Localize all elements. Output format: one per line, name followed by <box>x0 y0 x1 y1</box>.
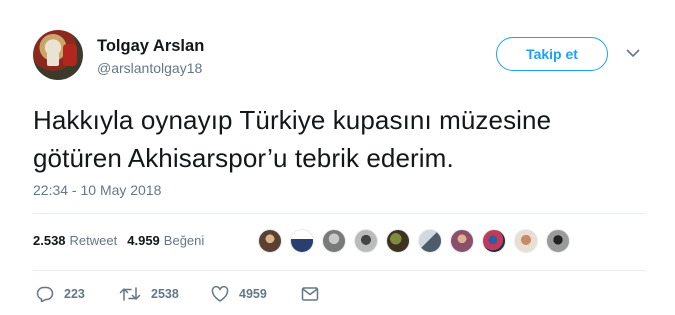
reply-count: 223 <box>64 287 85 301</box>
liker-avatar[interactable] <box>546 229 570 253</box>
like-count[interactable]: 4.959 <box>127 233 160 248</box>
divider <box>33 213 645 214</box>
liker-avatar[interactable] <box>322 229 346 253</box>
liker-avatar[interactable] <box>418 229 442 253</box>
heart-icon[interactable] <box>211 286 229 302</box>
reply-action[interactable]: 223 <box>36 286 85 302</box>
reply-icon[interactable] <box>36 286 54 302</box>
tweet-text-line: götüren Akhisarspor’u tebrik ederim. <box>33 143 454 173</box>
tweet-text: Hakkıyla oynayıp Türkiye kupasını müzesi… <box>33 101 653 177</box>
retweet-action-count: 2538 <box>151 287 179 301</box>
avatar[interactable] <box>33 30 83 80</box>
liker-avatar[interactable] <box>482 229 506 253</box>
liker-avatar[interactable] <box>450 229 474 253</box>
avatar-jersey-shape <box>63 44 77 66</box>
like-action[interactable]: 4959 <box>211 286 267 302</box>
liker-avatar[interactable] <box>290 229 314 253</box>
retweet-label[interactable]: Retweet <box>70 233 118 248</box>
like-action-count: 4959 <box>239 287 267 301</box>
message-icon[interactable] <box>301 286 319 302</box>
liker-avatar[interactable] <box>514 229 538 253</box>
retweet-action[interactable]: 2538 <box>119 286 179 302</box>
message-action[interactable] <box>301 286 329 302</box>
liker-avatars <box>258 229 578 253</box>
liker-avatar[interactable] <box>258 229 282 253</box>
divider <box>33 270 645 271</box>
like-label[interactable]: Beğeni <box>164 233 204 248</box>
liker-avatar[interactable] <box>354 229 378 253</box>
follow-button[interactable]: Takip et <box>496 37 608 71</box>
tweet-card: Tolgay Arslan @arslantolgay18 Takip et H… <box>0 0 675 315</box>
avatar-trophy-shape <box>47 40 59 66</box>
user-name[interactable]: Tolgay Arslan <box>97 37 204 56</box>
user-handle[interactable]: @arslantolgay18 <box>97 60 202 76</box>
retweet-count[interactable]: 2.538 <box>33 233 66 248</box>
chevron-down-icon[interactable] <box>626 48 640 58</box>
retweet-icon[interactable] <box>119 286 141 302</box>
tweet-text-line: Hakkıyla oynayıp Türkiye kupasını müzesi… <box>33 105 552 135</box>
liker-avatar[interactable] <box>386 229 410 253</box>
tweet-timestamp[interactable]: 22:34 - 10 May 2018 <box>33 182 161 198</box>
tweet-stats: 2.538 Retweet 4.959 Beğeni <box>33 233 214 248</box>
